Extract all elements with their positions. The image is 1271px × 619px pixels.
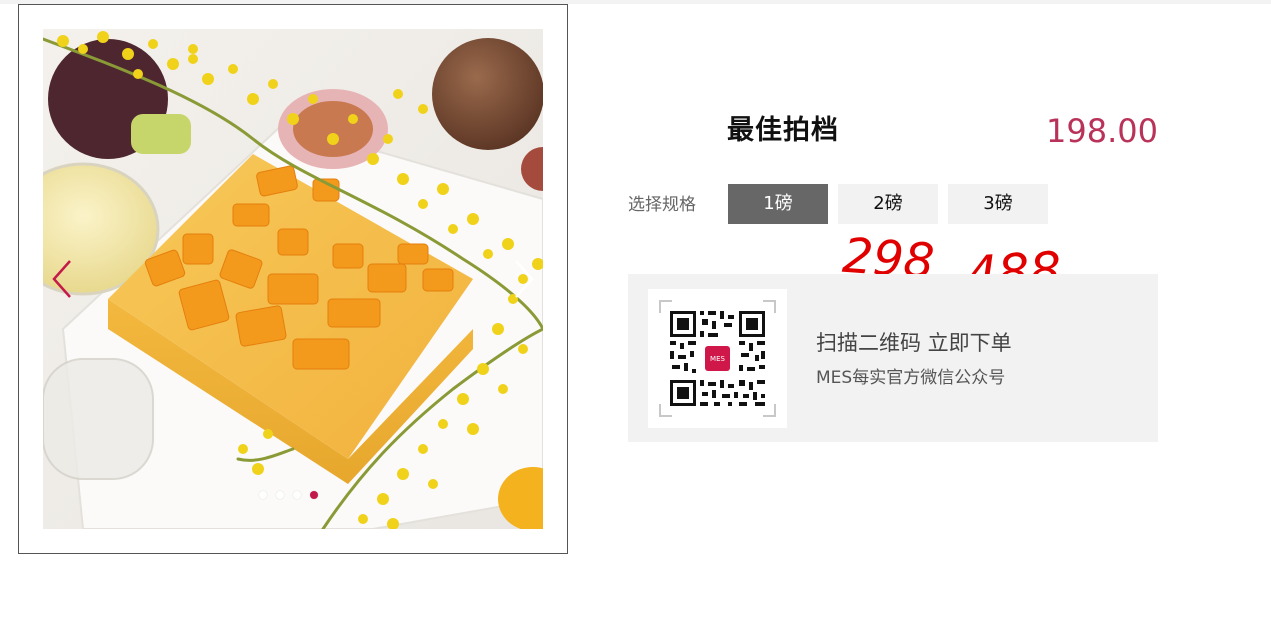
slide-dot[interactable] — [293, 491, 301, 499]
slide-dot[interactable] — [259, 491, 267, 499]
qr-panel: MES 扫描二维码 立即下单 MES每实官方微信公众号 — [628, 274, 1158, 442]
spec-option-3lb[interactable]: 3磅 — [948, 184, 1048, 224]
slide-dots — [259, 491, 318, 499]
slide-dot[interactable] — [276, 491, 284, 499]
qr-logo-text: MES — [710, 355, 725, 363]
spec-label: 选择规格 — [628, 195, 696, 215]
chevron-left-icon — [52, 260, 71, 298]
chevron-right-icon — [515, 260, 534, 298]
spec-option-1lb[interactable]: 1磅 — [728, 184, 828, 224]
product-gallery — [18, 4, 568, 554]
qr-subtitle: MES每实官方微信公众号 — [816, 368, 1006, 388]
qr-title: 扫描二维码 立即下单 — [816, 331, 1012, 355]
spec-option-2lb[interactable]: 2磅 — [838, 184, 938, 224]
next-slide-arrow[interactable] — [509, 255, 539, 303]
product-name: 最佳拍档 — [727, 115, 839, 146]
prev-slide-arrow[interactable] — [47, 255, 77, 303]
qr-code: MES — [648, 289, 787, 428]
product-photo — [43, 29, 543, 529]
product-price: 198.00 — [1046, 112, 1158, 150]
slide-dot-active[interactable] — [310, 491, 318, 499]
